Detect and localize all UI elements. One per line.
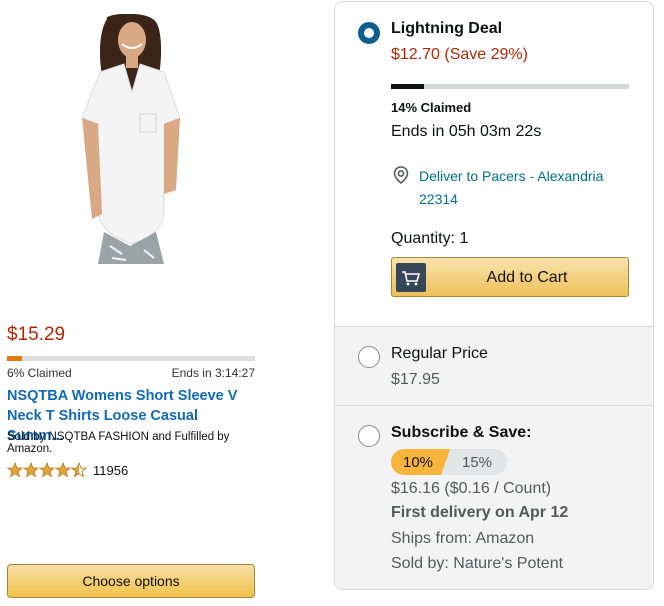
quantity-selector[interactable]: Quantity: 1 — [391, 230, 468, 248]
buy-box: Lightning Deal $12.70 (Save 29%) 14% Cla… — [334, 1, 654, 590]
subscribe-save-title: Subscribe & Save: — [391, 424, 532, 441]
claim-row: 6% Claimed Ends in 3:14:27 — [7, 366, 255, 380]
review-count[interactable]: 11956 — [93, 463, 128, 478]
regular-price-radio[interactable] — [358, 346, 380, 368]
star-icon — [71, 462, 87, 478]
location-pin-icon — [393, 166, 409, 184]
add-to-cart-label: Add to Cart — [486, 269, 568, 286]
choose-options-button[interactable]: Choose options — [7, 564, 255, 598]
first-delivery-text: First delivery on Apr 12 — [391, 504, 569, 521]
regular-price-title: Regular Price — [391, 345, 488, 362]
star-icon — [7, 462, 23, 478]
rating-row[interactable]: 11956 — [7, 462, 128, 478]
subscribe-price: $16.16 ($0.16 / Count) — [391, 480, 552, 497]
lightning-deal-option[interactable]: Lightning Deal $12.70 (Save 29%) 14% Cla… — [335, 2, 653, 327]
cart-icon — [396, 263, 426, 292]
deal-price: $15.29 — [7, 324, 66, 345]
star-icon — [39, 462, 55, 478]
add-to-cart-button[interactable]: Add to Cart — [391, 257, 629, 297]
sold-by-text: Sold by NSQTBA FASHION and Fulfilled by … — [7, 431, 230, 455]
subscribe-save-radio[interactable] — [358, 425, 380, 447]
deal-ends-in: Ends in 05h 03m 22s — [391, 123, 542, 140]
subscribe-save-option[interactable]: Subscribe & Save: 10% 15% $16.16 ($0.16 … — [335, 406, 653, 589]
lightning-deal-radio[interactable] — [358, 22, 380, 44]
deliver-to-link[interactable]: Deliver to Pacers - Alexandria 22314 — [419, 165, 639, 211]
sold-by-seller-text: Sold by: Nature's Potent — [391, 555, 564, 572]
product-image[interactable] — [52, 14, 210, 264]
deal-claimed-label: 14% Claimed — [391, 100, 472, 115]
lightning-deal-price: $12.70 (Save 29%) — [391, 46, 528, 63]
regular-price-value: $17.95 — [391, 371, 440, 388]
discount-toggle[interactable]: 10% 15% — [391, 449, 507, 475]
product-card: $15.29 6% Claimed Ends in 3:14:27 NSQTBA… — [0, 0, 264, 606]
deal-progress-bar — [391, 84, 629, 89]
product-photo — [81, 14, 181, 264]
discount-option-15[interactable]: 15% — [441, 449, 507, 475]
star-rating[interactable] — [7, 462, 87, 478]
claim-progress-fill — [7, 356, 22, 361]
star-icon — [55, 462, 71, 478]
ends-in-label: Ends in 3:14:27 — [171, 366, 255, 380]
regular-price-option[interactable]: Regular Price $17.95 — [335, 327, 653, 406]
lightning-deal-title: Lightning Deal — [391, 20, 503, 37]
star-icon — [23, 462, 39, 478]
ships-from-text: Ships from: Amazon — [391, 530, 535, 547]
deal-progress-fill — [391, 84, 425, 89]
claimed-label: 6% Claimed — [7, 366, 72, 380]
claim-progress-bar — [7, 356, 255, 361]
